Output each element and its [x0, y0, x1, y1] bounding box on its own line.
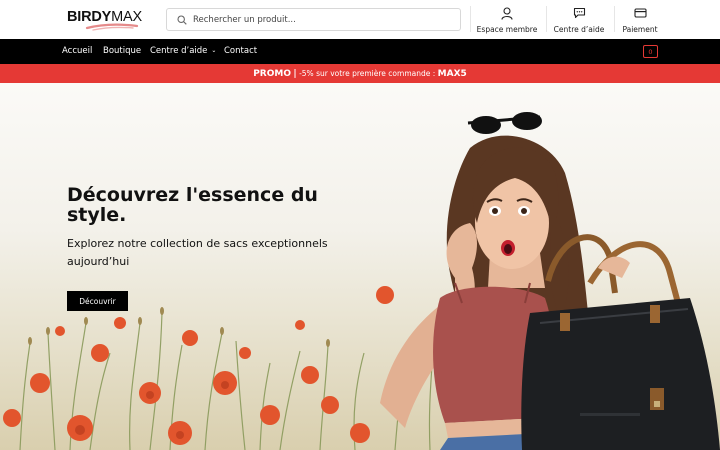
chat-icon: [573, 6, 586, 20]
search-bar[interactable]: [166, 8, 461, 31]
brand-logo[interactable]: BIRDYMAX: [67, 9, 143, 31]
cart-count: 0: [648, 47, 653, 56]
discover-button[interactable]: Découvrir: [67, 291, 128, 311]
header-link-payment-label: Paiement: [622, 25, 658, 34]
nav-item-shop[interactable]: Boutique: [103, 46, 141, 56]
nav-item-home[interactable]: Accueil: [62, 46, 92, 56]
header-link-account[interactable]: Espace membre: [476, 6, 538, 34]
header-link-help-label: Centre d’aide: [553, 25, 605, 34]
promo-label: PROMO: [253, 69, 291, 79]
header-divider: [546, 6, 547, 32]
credit-card-icon: [633, 6, 647, 20]
search-icon: [177, 14, 187, 25]
nav-item-help-center-label: Centre d’aide: [150, 46, 208, 56]
hero-subtitle: Explorez notre collection de sacs except…: [67, 237, 328, 268]
nav-item-contact[interactable]: Contact: [224, 46, 257, 56]
hero-title: Découvrez l'essence du style.: [67, 184, 318, 226]
logo-swoosh-icon: [85, 23, 139, 31]
cart-button[interactable]: 0: [643, 45, 658, 58]
header-divider: [470, 6, 471, 32]
promo-banner: PROMO | -5% sur votre première commande …: [0, 64, 720, 83]
chevron-down-icon: ⌄: [211, 47, 217, 54]
user-icon: [501, 6, 513, 20]
header-link-account-label: Espace membre: [476, 25, 538, 34]
promo-text: -5% sur votre première commande :: [299, 69, 436, 78]
promo-code: MAX5: [437, 69, 467, 79]
promo-separator: |: [293, 69, 297, 79]
header-link-help[interactable]: Centre d’aide: [553, 6, 605, 34]
main-navigation: Accueil Boutique Centre d’aide ⌄ Contact …: [0, 39, 720, 64]
hero-banner: Découvrez l'essence du style. Explorez n…: [0, 83, 720, 450]
search-input[interactable]: [193, 14, 443, 25]
header-link-payment[interactable]: Paiement: [620, 6, 660, 34]
site-header: BIRDYMAX Espace membre Centre d’aide Pai…: [0, 0, 720, 39]
nav-item-help-center[interactable]: Centre d’aide ⌄: [150, 46, 216, 56]
header-divider: [614, 6, 615, 32]
